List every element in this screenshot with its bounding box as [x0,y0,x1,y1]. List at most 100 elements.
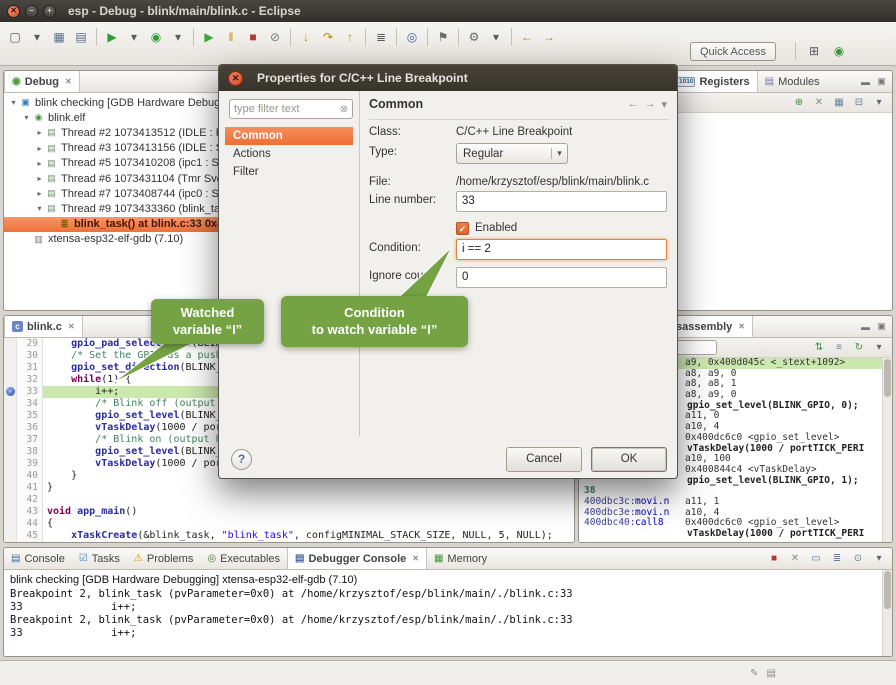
tab-modules[interactable]: ▤Modules [758,71,827,92]
remove-icon[interactable]: ✕ [810,95,828,111]
ignore-count-input[interactable]: 0 [456,267,667,288]
console-scrollbar[interactable] [882,570,892,656]
back-button[interactable]: ← [516,26,538,48]
external-tools-dropdown-icon[interactable]: ▾ [485,26,507,48]
view-menu-icon[interactable]: ▾ [870,95,888,111]
tab-tasks[interactable]: ☑Tasks [72,548,127,569]
bookmark-button[interactable]: ⚑ [432,26,454,48]
close-icon[interactable]: ✕ [412,554,419,563]
tab-memory[interactable]: ▦Memory [427,548,494,569]
run-button[interactable]: ◉ [145,26,167,48]
tab-registers[interactable]: 1010Registers [669,71,758,92]
dialog-nav-filter[interactable]: Filter [225,163,353,181]
cancel-button[interactable]: Cancel [506,447,582,472]
dialog-nav-actions[interactable]: Actions [225,145,353,163]
window-maximize-button[interactable]: + [43,5,56,18]
sync-with-stack-icon[interactable]: ⇅ [810,340,828,356]
tab-problems[interactable]: ⚠Problems [127,548,200,569]
expander-icon[interactable]: ▾ [8,98,19,107]
forward-icon[interactable]: → [644,98,655,111]
editor-line[interactable]: 42 [4,494,574,506]
pin-console-icon[interactable]: ⊙ [849,551,867,567]
enabled-checkbox[interactable]: ✓ [456,222,469,235]
save-all-button[interactable]: ▤ [70,26,92,48]
clear-filter-icon[interactable]: ⊗ [340,104,348,115]
window-close-button[interactable]: ✕ [7,5,20,18]
maximize-icon[interactable]: ▣ [875,321,888,332]
scrollbar-thumb[interactable] [884,359,891,397]
refresh-icon[interactable]: ↻ [850,340,868,356]
help-button[interactable]: ? [231,449,252,470]
scrollbar-thumb[interactable] [884,571,891,609]
resume-button[interactable]: ▶ [198,26,220,48]
expander-icon[interactable]: ▸ [34,189,45,198]
minimize-icon[interactable]: ▬ [859,77,872,87]
collapse-all-icon[interactable]: ⊟ [850,95,868,111]
tab-debugger-console[interactable]: ▤Debugger Console✕ [287,548,427,569]
view-menu-icon[interactable]: ▾ [661,98,667,111]
ok-button[interactable]: OK [591,447,667,472]
debug-dropdown-icon[interactable]: ▾ [123,26,145,48]
filter-input[interactable]: type filter text ⊗ [229,99,353,119]
disassembly-line[interactable]: vTaskDelay(1000 / portTICK_PERI [579,529,882,540]
condition-input[interactable]: i == 2 [456,239,667,260]
add-register-group-icon[interactable]: ⊕ [790,95,808,111]
line-number: 44 [17,518,43,530]
step-return-button[interactable]: ↑ [339,26,361,48]
step-into-button[interactable]: ↓ [295,26,317,48]
debug-perspective-icon[interactable]: ◉ [828,40,850,62]
section-title: Common [369,97,423,111]
open-perspective-icon[interactable]: ⊞ [803,40,825,62]
clear-console-icon[interactable]: ▭ [807,551,825,567]
expander-icon[interactable]: ▸ [34,159,45,168]
tab-console[interactable]: ▤Console [4,548,72,569]
dialog-close-button[interactable]: ✕ [228,71,243,86]
disconnect-button[interactable]: ⊘ [264,26,286,48]
back-icon[interactable]: ← [627,98,638,111]
minimize-icon[interactable]: ▬ [859,322,872,332]
run-dropdown-icon[interactable]: ▾ [167,26,189,48]
editor-line[interactable]: 41} [4,482,574,494]
step-over-button[interactable]: ↷ [317,26,339,48]
console-output[interactable]: Breakpoint 2, blink_task (pvParameter=0x… [4,588,892,640]
expander-icon[interactable]: ▸ [34,128,45,137]
editor-line[interactable]: 44{ [4,518,574,530]
expander-icon[interactable]: ▸ [34,144,45,153]
disassembly-scrollbar[interactable] [882,358,892,542]
close-icon[interactable]: ✕ [738,322,745,331]
show-source-icon[interactable]: ≡ [830,340,848,356]
remove-launch-icon[interactable]: ✕ [786,551,804,567]
terminate-button[interactable]: ■ [242,26,264,48]
window-minimize-button[interactable]: − [25,5,38,18]
search-button[interactable]: ◎ [401,26,423,48]
open-console-dropdown-icon[interactable]: ▾ [870,551,888,567]
tab-blink-c[interactable]: c blink.c ✕ [4,316,83,337]
expander-icon[interactable]: ▸ [34,174,45,183]
view-menu-icon[interactable]: ▾ [870,340,888,356]
close-icon[interactable]: ✕ [65,77,72,86]
new-dropdown-icon[interactable]: ▾ [26,26,48,48]
type-select[interactable]: Regular ▾ [456,143,568,164]
quick-access-button[interactable]: Quick Access [690,42,776,61]
tab-executables[interactable]: ◎Executables [200,548,287,569]
scroll-lock-icon[interactable]: ≣ [828,551,846,567]
line-number-input[interactable]: 33 [456,191,667,212]
suspend-button[interactable]: ‖ [220,26,242,48]
debug-button[interactable]: ▶ [101,26,123,48]
main-toolbar: ▢▾▦▤▶▾◉▾▶‖■⊘↓↷↑≣◎⚑⚙▾←→ Quick Access ⊞◉ [0,22,896,66]
forward-button[interactable]: → [538,26,560,48]
terminate-icon[interactable]: ■ [765,551,783,567]
editor-line[interactable]: 45 xTaskCreate(&blink_task, "blink_task"… [4,530,574,542]
close-icon[interactable]: ✕ [68,322,75,331]
maximize-icon[interactable]: ▣ [875,76,888,87]
dialog-nav-common[interactable]: Common [225,127,353,145]
save-button[interactable]: ▦ [48,26,70,48]
layout-icon[interactable]: ▦ [830,95,848,111]
instruction-stepping-button[interactable]: ≣ [370,26,392,48]
tab-debug[interactable]: ◉ Debug ✕ [4,71,80,92]
new-button[interactable]: ▢ [4,26,26,48]
expander-icon[interactable]: ▾ [21,113,32,122]
external-tools-button[interactable]: ⚙ [463,26,485,48]
expander-icon[interactable]: ▾ [34,204,45,213]
editor-line[interactable]: 43void app_main() [4,506,574,518]
